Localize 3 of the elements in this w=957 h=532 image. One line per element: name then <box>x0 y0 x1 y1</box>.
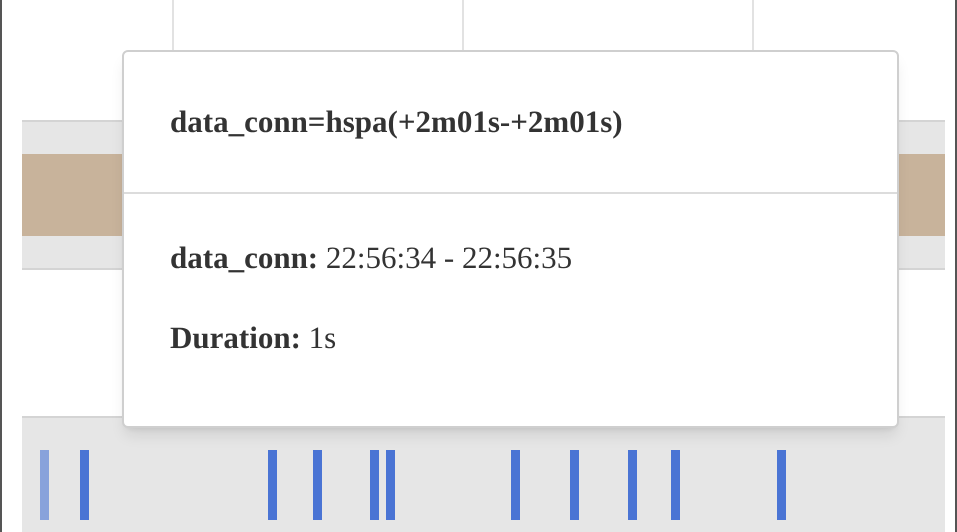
tooltip-title: data_conn=hspa(+2m01s-+2m01s) <box>124 52 897 194</box>
tooltip-line: data_conn: 22:56:34 - 22:56:35 <box>170 240 572 276</box>
tooltip-line: Duration: 1s <box>170 320 336 356</box>
